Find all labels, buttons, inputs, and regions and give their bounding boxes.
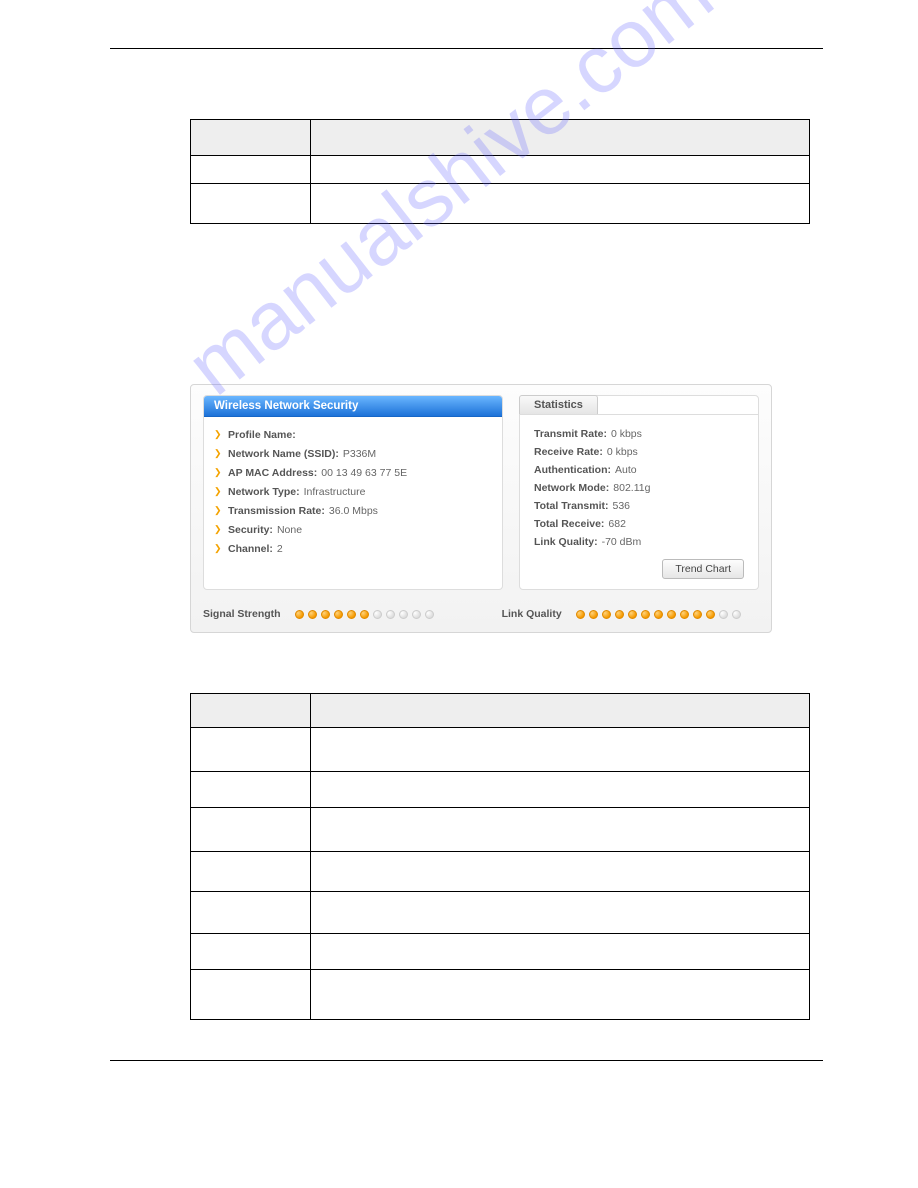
- meter-dot: [589, 610, 598, 619]
- link-quality-label: Link Quality: [502, 608, 562, 620]
- stat-row: Total Transmit:536: [534, 497, 744, 515]
- bullet-icon: ❯: [214, 524, 222, 536]
- meter-dot: [680, 610, 689, 619]
- top-rule: [110, 48, 823, 49]
- bullet-icon: ❯: [214, 429, 222, 441]
- meter-dot: [399, 610, 408, 619]
- info-row: ❯Transmission Rate:36.0 Mbps: [214, 501, 494, 520]
- bullet-icon: ❯: [214, 543, 222, 555]
- stat-row: Receive Rate:0 kbps: [534, 443, 744, 461]
- stat-row: Authentication:Auto: [534, 461, 744, 479]
- meter-dot: [628, 610, 637, 619]
- meter-dot: [732, 610, 741, 619]
- meter-dot: [308, 610, 317, 619]
- meter-dot: [615, 610, 624, 619]
- meter-dot: [386, 610, 395, 619]
- wireless-panel: Wireless Network Security ❯Profile Name:…: [190, 384, 772, 633]
- stat-row: Link Quality:-70 dBm: [534, 533, 744, 551]
- page: Wireless Network Security ❯Profile Name:…: [0, 0, 918, 1101]
- meter-dot: [576, 610, 585, 619]
- stat-row: Network Mode:802.11g: [534, 479, 744, 497]
- meter-dot: [412, 610, 421, 619]
- meter-dot: [654, 610, 663, 619]
- signal-row: Signal Strength Link Quality: [203, 608, 759, 620]
- signal-strength-label: Signal Strength: [203, 608, 281, 620]
- stat-row: Transmit Rate:0 kbps: [534, 425, 744, 443]
- meter-dot: [425, 610, 434, 619]
- tab-statistics[interactable]: Statistics: [519, 395, 598, 414]
- info-row: ❯Channel:2: [214, 539, 494, 558]
- meter-dot: [373, 610, 382, 619]
- meter-dot: [321, 610, 330, 619]
- info-row: ❯Profile Name:: [214, 425, 494, 444]
- meter-dot: [360, 610, 369, 619]
- meter-dot: [334, 610, 343, 619]
- bullet-icon: ❯: [214, 486, 222, 498]
- info-row: ❯Network Name (SSID):P336M: [214, 444, 494, 463]
- security-card: Wireless Network Security ❯Profile Name:…: [203, 395, 503, 590]
- meter-dot: [295, 610, 304, 619]
- bullet-icon: ❯: [214, 505, 222, 517]
- meter-dot: [602, 610, 611, 619]
- info-row: ❯Security:None: [214, 520, 494, 539]
- meter-dot: [719, 610, 728, 619]
- stat-row: Total Receive:682: [534, 515, 744, 533]
- trend-chart-button[interactable]: Trend Chart: [662, 559, 744, 579]
- table-2: [190, 693, 810, 1020]
- meter-dot: [667, 610, 676, 619]
- table-1: [190, 119, 810, 224]
- statistics-card: Statistics Transmit Rate:0 kbps Receive …: [519, 395, 759, 590]
- meter-dot: [693, 610, 702, 619]
- security-card-title: Wireless Network Security: [204, 396, 502, 417]
- info-row: ❯Network Type:Infrastructure: [214, 482, 494, 501]
- bottom-rule: [110, 1060, 823, 1061]
- meter-dot: [706, 610, 715, 619]
- bullet-icon: ❯: [214, 467, 222, 479]
- bullet-icon: ❯: [214, 448, 222, 460]
- meter-dot: [641, 610, 650, 619]
- meter-dot: [347, 610, 356, 619]
- link-quality-dots: [576, 610, 741, 619]
- signal-strength-dots: [295, 610, 434, 619]
- info-row: ❯AP MAC Address:00 13 49 63 77 5E: [214, 463, 494, 482]
